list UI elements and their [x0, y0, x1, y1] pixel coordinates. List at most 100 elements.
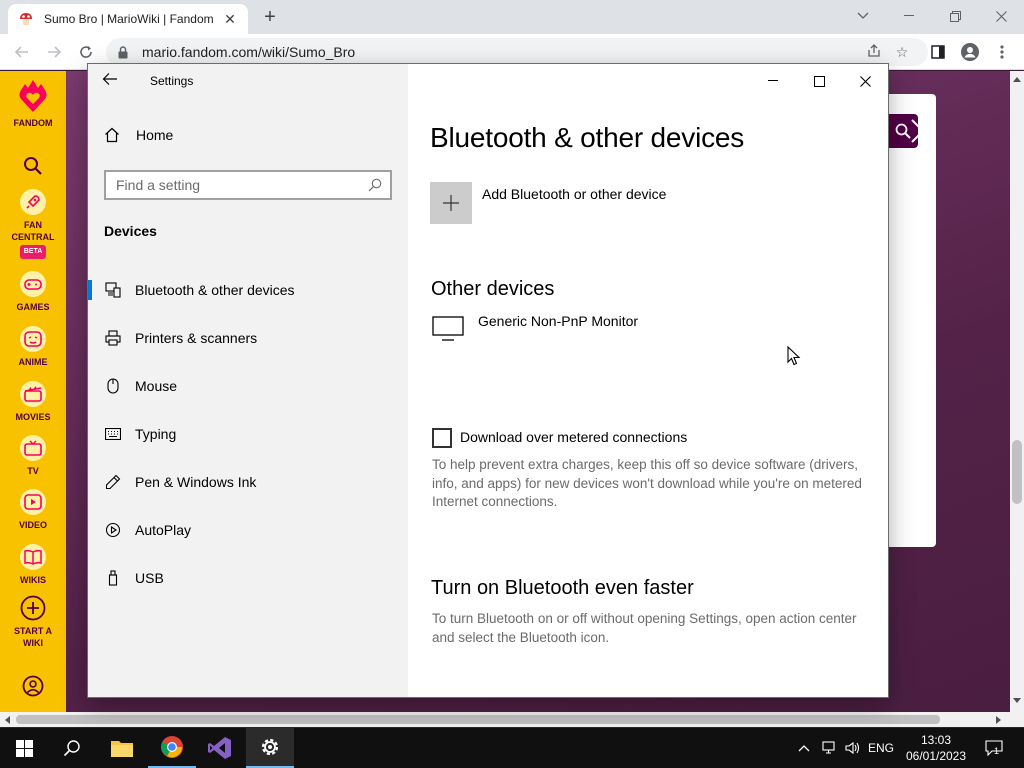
tv-icon [20, 435, 46, 461]
mushroom-favicon-icon [18, 11, 34, 27]
search-icon[interactable] [48, 728, 96, 768]
address-bar[interactable]: mario.fandom.com/wiki/Sumo_Bro ☆ [106, 38, 928, 66]
nav-label: AutoPlay [135, 522, 192, 538]
page-vertical-scrollbar[interactable] [1010, 71, 1024, 713]
close-icon[interactable] [842, 66, 888, 96]
windows-taskbar: ENG 13:03 06/01/2023 1 [0, 728, 1024, 768]
rail-games[interactable]: GAMES [0, 271, 66, 313]
nav-printers-scanners[interactable]: Printers & scanners [88, 316, 408, 360]
minimize-icon[interactable] [750, 66, 796, 96]
close-window-icon[interactable] [978, 2, 1024, 30]
rail-fan-central[interactable]: FAN CENTRAL BETA [0, 189, 66, 259]
rocket-icon [20, 189, 46, 215]
settings-content: Bluetooth & other devices Add Bluetooth … [408, 64, 888, 697]
scroll-left-icon [5, 716, 10, 724]
play-icon [20, 489, 46, 515]
rail-user[interactable] [0, 673, 66, 703]
home-icon [104, 127, 122, 143]
search-overlay-panel [888, 94, 936, 547]
rail-movies[interactable]: MOVIES [0, 381, 66, 423]
windows-start-icon[interactable] [0, 728, 48, 768]
rail-anime[interactable]: ANIME [0, 326, 66, 368]
home-nav-item[interactable]: Home [104, 127, 173, 143]
chrome-menu-icon[interactable] [990, 40, 1014, 64]
scroll-right-icon [996, 716, 1001, 724]
overlay-close-icon[interactable] [910, 118, 936, 152]
clapperboard-icon [20, 381, 46, 407]
fandom-logo-label: FANDOM [13, 118, 53, 128]
tray-chevron-up-icon[interactable] [796, 728, 812, 768]
browser-tab[interactable]: Sumo Bro | MarioWiki | Fandom ✕ [8, 4, 248, 34]
add-device-button[interactable] [430, 182, 472, 224]
settings-gear-icon[interactable] [246, 728, 294, 768]
share-icon[interactable] [860, 43, 888, 61]
user-circle-icon [20, 673, 46, 699]
mouse-pointer-icon [787, 345, 801, 371]
network-icon[interactable] [820, 728, 840, 768]
nav-typing[interactable]: Typing [88, 412, 408, 456]
rail-label: TV [27, 466, 39, 476]
device-item-monitor[interactable]: Generic Non-PnP Monitor [478, 313, 638, 329]
nav-label: Printers & scanners [135, 330, 258, 346]
forward-arrow-icon[interactable] [42, 40, 66, 64]
profile-avatar-icon[interactable] [958, 40, 982, 64]
vertical-scroll-thumb[interactable] [1012, 440, 1022, 504]
add-device-label[interactable]: Add Bluetooth or other device [482, 186, 666, 202]
chrome-icon[interactable] [148, 728, 196, 768]
action-center-icon[interactable]: 1 [980, 728, 1008, 768]
volume-icon[interactable] [843, 728, 863, 768]
rail-search[interactable] [0, 153, 66, 183]
metered-connections-label[interactable]: Download over metered connections [460, 429, 687, 445]
minimize-icon[interactable] [886, 2, 932, 30]
rail-label: WIKIS [20, 575, 46, 585]
nav-autoplay[interactable]: AutoPlay [88, 508, 408, 552]
metered-connections-checkbox[interactable] [432, 428, 452, 448]
nav-usb[interactable]: USB [88, 556, 408, 600]
tab-search-icon[interactable] [840, 2, 886, 30]
side-panel-icon[interactable] [926, 40, 950, 64]
input-language-indicator[interactable]: ENG [866, 728, 896, 768]
tab-close-icon[interactable]: ✕ [222, 11, 238, 28]
nav-label: Typing [135, 426, 177, 442]
nav-bluetooth-devices[interactable]: Bluetooth & other devices [88, 268, 408, 312]
plus-circle-icon [20, 595, 46, 621]
nav-pen-windows-ink[interactable]: Pen & Windows Ink [88, 460, 408, 504]
rail-label: MOVIES [15, 412, 51, 422]
tab-title: Sumo Bro | MarioWiki | Fandom [44, 12, 214, 26]
rail-label: GAMES [16, 302, 50, 312]
rail-label-line1: FAN [24, 220, 42, 230]
autoplay-icon [88, 522, 135, 538]
pen-icon [88, 474, 135, 490]
rail-label: ANIME [18, 357, 48, 367]
metered-help-text: To help prevent extra charges, keep this… [432, 457, 862, 509]
nav-mouse[interactable]: Mouse [88, 364, 408, 408]
reload-icon[interactable] [74, 40, 98, 64]
anime-face-icon [20, 326, 46, 352]
restore-icon[interactable] [932, 2, 978, 30]
new-tab-icon[interactable]: + [260, 6, 280, 29]
rail-start-wiki[interactable]: START A WIKI [0, 595, 66, 649]
bookmark-star-icon[interactable]: ☆ [888, 44, 916, 61]
rail-label-line2: CENTRAL [11, 232, 55, 242]
notification-count: 1 [994, 746, 1000, 756]
section-heading: Devices [104, 223, 157, 239]
rail-video[interactable]: VIDEO [0, 489, 66, 531]
back-arrow-icon[interactable] [102, 72, 122, 90]
fandom-logo[interactable]: FANDOM [0, 79, 66, 129]
settings-titlebar: Settings [88, 64, 888, 98]
bluetooth-faster-heading: Turn on Bluetooth even faster [431, 577, 694, 599]
taskbar-clock[interactable]: 13:03 06/01/2023 [896, 732, 976, 764]
rail-wikis[interactable]: WIKIS [0, 544, 66, 586]
fandom-heart-icon [16, 79, 50, 113]
horizontal-scroll-thumb[interactable] [16, 715, 940, 724]
find-setting-input[interactable]: Find a setting [104, 170, 392, 200]
rail-label-line1: START A [14, 626, 52, 636]
rail-label: VIDEO [18, 520, 47, 530]
maximize-icon[interactable] [796, 66, 842, 96]
rail-tv[interactable]: TV [0, 435, 66, 477]
monitor-icon [432, 316, 464, 347]
visual-studio-icon[interactable] [196, 728, 244, 768]
bluetooth-faster-help: To turn Bluetooth on or off without open… [432, 611, 857, 645]
back-arrow-icon[interactable] [10, 40, 34, 64]
file-explorer-icon[interactable] [98, 728, 146, 768]
